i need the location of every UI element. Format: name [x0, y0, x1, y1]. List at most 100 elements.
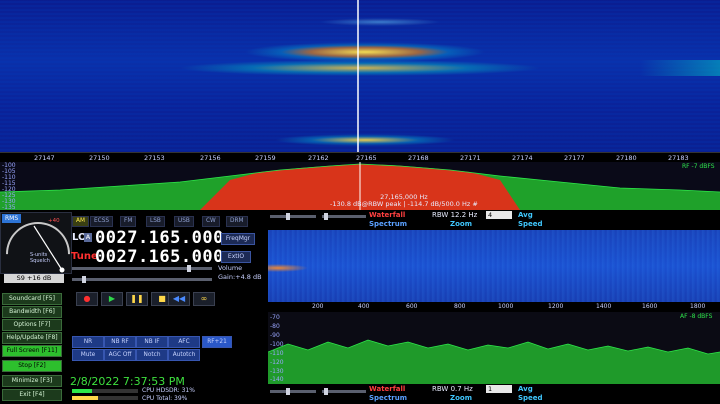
cpu-total-bar: [72, 396, 138, 400]
audio-rbw-label: RBW 0.7 Hz: [432, 385, 473, 393]
ruler-tick: 27153: [144, 154, 165, 162]
agc-button[interactable]: AGC Off: [104, 349, 136, 361]
full-screen-button[interactable]: Full Screen [F11]: [2, 345, 62, 357]
mode-drm[interactable]: DRM: [226, 216, 248, 227]
mode-am[interactable]: AM: [72, 216, 89, 227]
slider-knob[interactable]: [286, 388, 290, 395]
record-button[interactable]: ●: [76, 292, 98, 306]
slider-knob[interactable]: [324, 388, 328, 395]
avg-label: Avg: [518, 211, 533, 219]
wf-contrast-slider[interactable]: [270, 213, 316, 220]
ruler-tick: 27174: [512, 154, 533, 162]
audio-spectrum-plot: [267, 339, 720, 384]
minimize-button[interactable]: Minimize [F3]: [2, 375, 62, 387]
audio-avg-select[interactable]: 1: [486, 385, 512, 393]
loop-button[interactable]: ∞: [193, 292, 215, 306]
audio-ruler-tick: 1400: [596, 303, 612, 310]
notch-button[interactable]: Notch: [136, 349, 168, 361]
volume-slider[interactable]: [72, 276, 212, 283]
audio-waterfall[interactable]: [268, 230, 720, 302]
nb-rf-button[interactable]: NB RF: [104, 336, 136, 348]
rf-level-label: RF -7 dBFS: [682, 163, 715, 170]
lo-frequency[interactable]: 0027.165.000: [95, 228, 224, 248]
audio-wf-contrast-slider[interactable]: [270, 388, 316, 395]
play-button[interactable]: ▶: [101, 292, 123, 306]
bandwidth-button[interactable]: Bandwidth [F6]: [2, 306, 62, 318]
audio-db-label: -90: [270, 332, 280, 339]
exit-button[interactable]: Exit [F4]: [2, 389, 62, 401]
options-button[interactable]: Options [F7]: [2, 319, 62, 331]
extio-button[interactable]: ExtIO: [221, 251, 251, 263]
ruler-tick: 27165: [356, 154, 377, 162]
mute-button[interactable]: Mute: [72, 349, 104, 361]
mode-fm[interactable]: FM: [120, 216, 137, 227]
audio-ruler-tick: 800: [454, 303, 466, 310]
pause-button[interactable]: ❚❚: [126, 292, 148, 306]
ruler-tick: 27162: [308, 154, 329, 162]
wf-level-slider[interactable]: [322, 213, 366, 220]
audio-ruler-tick: 1600: [642, 303, 658, 310]
slider-knob[interactable]: [187, 265, 191, 272]
soundcard-button[interactable]: Soundcard [F5]: [2, 293, 62, 305]
gain-label: Gain:+4.8 dB: [218, 273, 262, 281]
meter-plus40: +40: [48, 218, 60, 224]
tune-label: Tune: [71, 251, 98, 262]
audio-speed-label: Speed: [518, 394, 543, 402]
cursor-level: -130.8 dB@RBW peak | -114.7 dB/500.0 Hz …: [330, 200, 478, 208]
nr-button[interactable]: NR: [72, 336, 104, 348]
help-update-button[interactable]: Help/Update [F8]: [2, 332, 62, 344]
ruler-tick: 27156: [200, 154, 221, 162]
audio-ruler-tick: 1200: [548, 303, 564, 310]
nb-if-button[interactable]: NB IF: [136, 336, 168, 348]
ruler-tick: 27177: [564, 154, 585, 162]
audio-db-label: -130: [270, 368, 284, 375]
afc-button[interactable]: AFC: [168, 336, 200, 348]
rf-waterfall[interactable]: [0, 0, 720, 152]
rf-gain-button[interactable]: RF+21: [202, 336, 232, 348]
audio-waterfall-label: Waterfall: [369, 385, 406, 393]
slider-knob[interactable]: [82, 276, 86, 283]
ruler-tick: 27159: [255, 154, 276, 162]
mode-ecss[interactable]: ECSS: [90, 216, 114, 227]
audio-avg-label: Avg: [518, 385, 533, 393]
audio-db-label: -70: [270, 314, 280, 321]
af-level-label: AF -8 dBFS: [680, 313, 713, 320]
audio-ruler-tick: 400: [358, 303, 370, 310]
cursor-info: 27,165,000 Hz -130.8 dB@RBW peak | -114.…: [330, 194, 478, 208]
waterfall-label: Waterfall: [369, 211, 406, 219]
stop-button[interactable]: Stop [F2]: [2, 360, 62, 372]
speed-label: Speed: [518, 220, 543, 228]
freqmgr-button[interactable]: FreqMgr: [221, 233, 255, 245]
rewind-button[interactable]: ◀◀: [168, 292, 190, 306]
cpu-total: CPU Total: 39%: [142, 395, 188, 402]
audio-spectrum-label: Spectrum: [369, 394, 408, 402]
mode-usb[interactable]: USB: [174, 216, 194, 227]
ruler-tick: 27168: [408, 154, 429, 162]
cpu-hdsdr-bar: [72, 389, 138, 393]
mode-cw[interactable]: CW: [202, 216, 220, 227]
volume-label: Volume: [218, 264, 243, 272]
tune-frequency[interactable]: 0027.165.000: [95, 247, 224, 267]
audio-wf-level-slider[interactable]: [322, 388, 366, 395]
lo-badge[interactable]: A: [84, 233, 92, 242]
squelch-slider[interactable]: [72, 265, 212, 272]
audio-ruler-tick: 1000: [498, 303, 514, 310]
audio-db-label: -110: [270, 350, 284, 357]
cpu-hdsdr: CPU HDSDR: 31%: [142, 387, 195, 394]
audio-db-label: -100: [270, 341, 284, 348]
slider-knob[interactable]: [324, 213, 328, 220]
slider-knob[interactable]: [286, 213, 290, 220]
ruler-tick: 27150: [89, 154, 110, 162]
autotch-button[interactable]: Autotch: [168, 349, 200, 361]
audio-db-label: -140: [270, 376, 284, 383]
audio-ruler-tick: 1800: [690, 303, 706, 310]
rms-button[interactable]: RMS: [2, 214, 22, 223]
ruler-tick: 27180: [616, 154, 637, 162]
db-label: -135: [2, 204, 16, 211]
mode-lsb[interactable]: LSB: [146, 216, 165, 227]
audio-spectrum[interactable]: -70 -80 -90 -100 -110 -120 -130 -140: [267, 312, 720, 384]
avg-select[interactable]: 4: [486, 211, 512, 219]
audio-frequency-ruler[interactable]: 200 400 600 800 1000 1200 1400 1600 1800: [268, 302, 720, 311]
squelch-label[interactable]: Squelch: [30, 258, 50, 264]
audio-ruler-tick: 200: [312, 303, 324, 310]
